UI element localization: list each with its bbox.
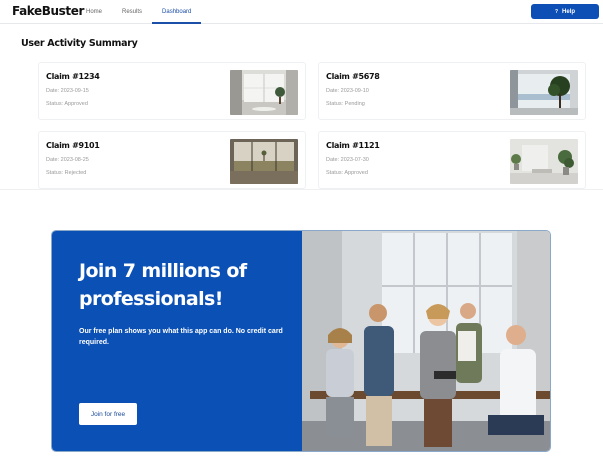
claim-date: Date: 2023-07-30 xyxy=(326,157,369,163)
claim-title: Claim #1234 xyxy=(46,72,100,81)
claim-card[interactable]: Claim #9101 Date: 2023-08-25 Status: Rej… xyxy=(38,131,306,189)
brand-logo[interactable]: FakeBuster xyxy=(12,4,84,18)
promo-panel: Join 7 millions of professionals! Our fr… xyxy=(52,231,302,451)
claim-thumbnail xyxy=(230,139,298,184)
claim-thumbnail xyxy=(510,139,578,184)
help-icon: ? xyxy=(554,8,559,15)
claim-status: Status: Approved xyxy=(326,170,368,176)
promo-heading: Join 7 millions of professionals! xyxy=(79,260,247,310)
help-button[interactable]: ? Help xyxy=(531,4,599,19)
claim-status: Status: Rejected xyxy=(46,170,87,176)
claim-date: Date: 2023-08-25 xyxy=(46,157,89,163)
claim-date: Date: 2023-09-15 xyxy=(46,88,89,94)
top-bar: FakeBuster Home Results Dashboard ? Help xyxy=(0,0,603,24)
claim-title: Claim #9101 xyxy=(46,141,100,150)
claim-thumbnail xyxy=(510,70,578,115)
promo-banner: Join 7 millions of professionals! Our fr… xyxy=(51,230,551,452)
nav-dashboard[interactable]: Dashboard xyxy=(152,0,202,24)
claim-card[interactable]: Claim #1121 Date: 2023-07-30 Status: App… xyxy=(318,131,586,189)
main-nav: Home Results Dashboard xyxy=(76,0,202,24)
join-free-button[interactable]: Join for free xyxy=(79,403,137,425)
claim-status: Status: Pending xyxy=(326,101,365,107)
claim-date: Date: 2023-09-10 xyxy=(326,88,369,94)
nav-home[interactable]: Home xyxy=(76,0,112,24)
claim-title: Claim #5678 xyxy=(326,72,380,81)
claim-title: Claim #1121 xyxy=(326,141,380,150)
team-photo xyxy=(302,231,550,451)
nav-results[interactable]: Results xyxy=(112,0,152,24)
help-label: Help xyxy=(562,8,576,15)
claim-card[interactable]: Claim #1234 Date: 2023-09-15 Status: App… xyxy=(38,62,306,120)
claim-status: Status: Approved xyxy=(46,101,88,107)
claim-card[interactable]: Claim #5678 Date: 2023-09-10 Status: Pen… xyxy=(318,62,586,120)
claim-thumbnail xyxy=(230,70,298,115)
section-divider xyxy=(0,189,603,190)
section-title: User Activity Summary xyxy=(21,38,138,49)
promo-text: Our free plan shows you what this app ca… xyxy=(79,328,283,346)
